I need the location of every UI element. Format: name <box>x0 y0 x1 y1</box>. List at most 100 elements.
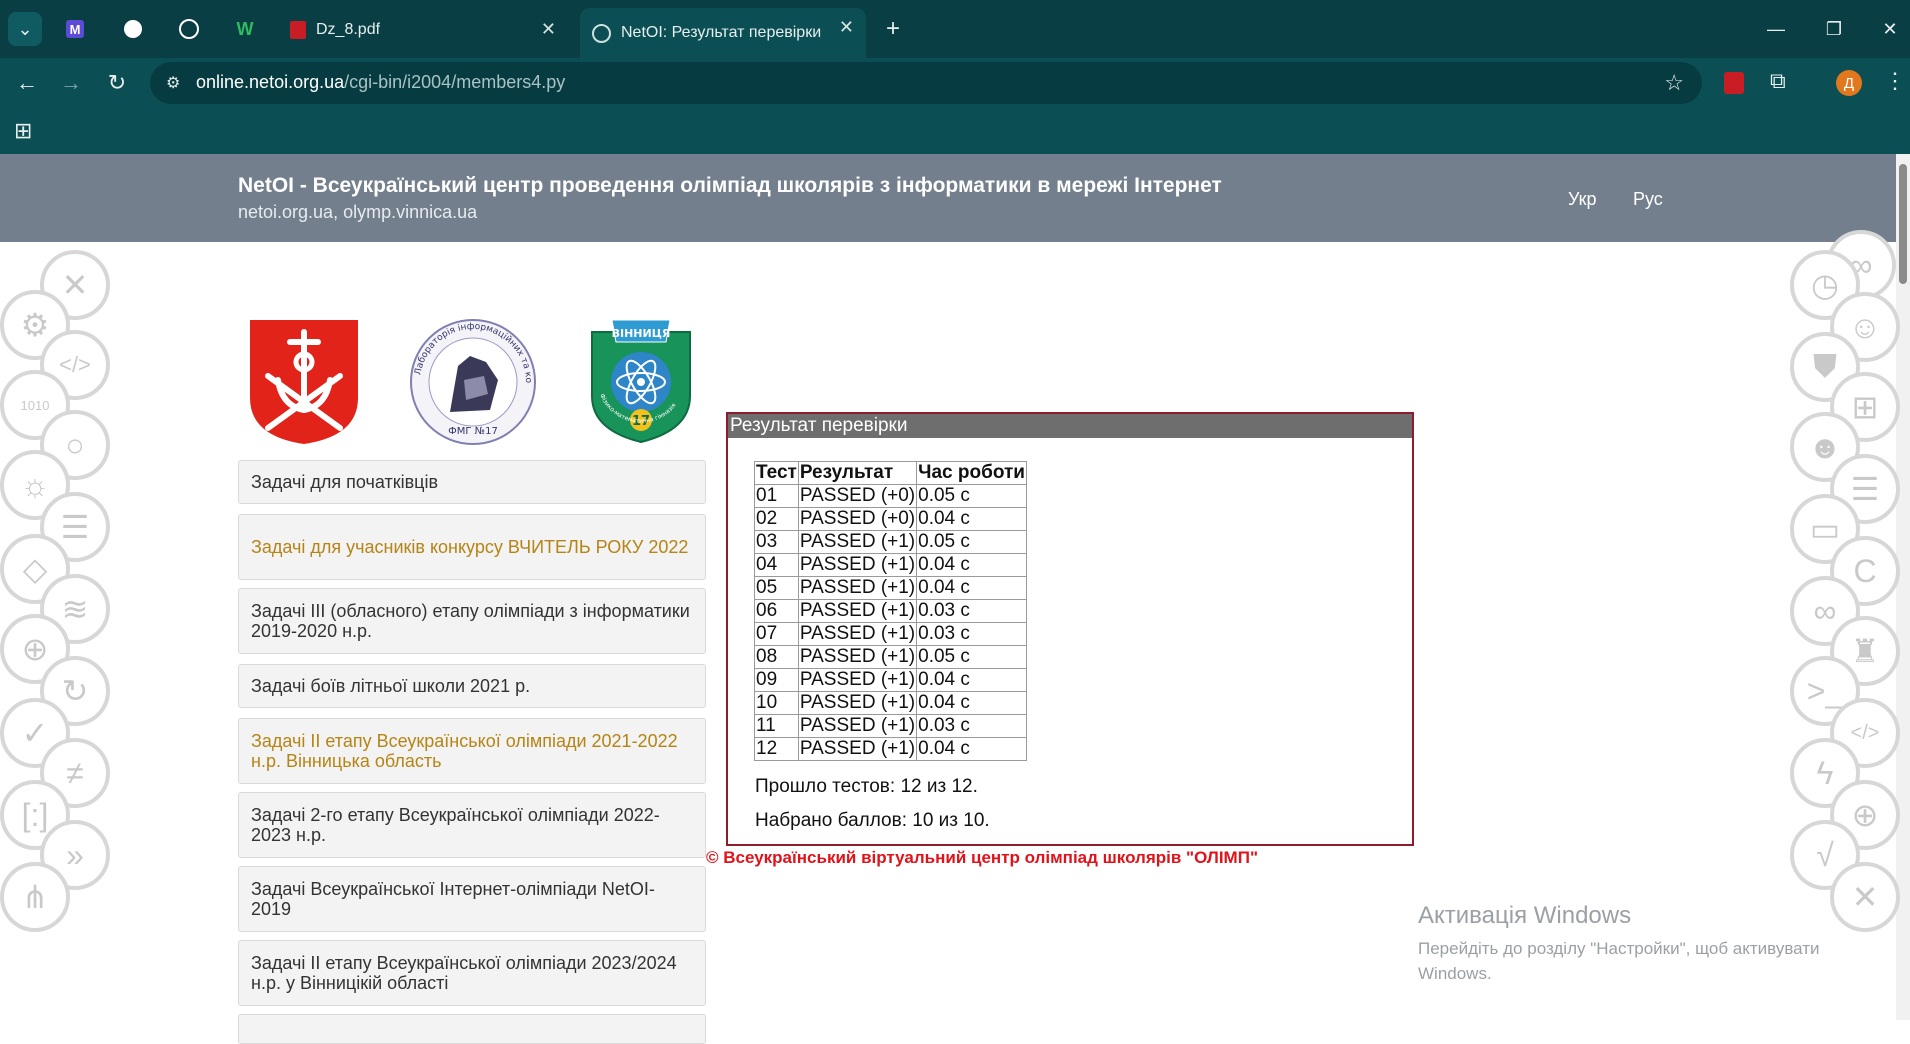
tab-search-button[interactable]: ⌄ <box>8 12 42 46</box>
tab-title: Dz_8.pdf <box>316 21 381 38</box>
table-row: 06 PASSED (+1) 0.03 с <box>754 599 1027 623</box>
pinned-tab-1[interactable]: M <box>58 12 92 46</box>
site-title: NetOI - Всеукраїнський центр проведення … <box>238 174 1222 197</box>
menu-item-second-stage-2021[interactable]: Задачі II етапу Всеукраїнської олімпіади… <box>238 718 706 784</box>
plus-icon: + <box>885 15 900 42</box>
test-time-cell: 0.03 с <box>916 622 1027 646</box>
scrollbar-thumb[interactable] <box>1899 164 1907 284</box>
menu-item-netoi-2019[interactable]: Задачі Всеукраїнської Інтернет-олімпіади… <box>238 866 706 932</box>
openai-icon <box>179 19 199 39</box>
test-number-cell: 12 <box>754 737 799 761</box>
url-text: online.netoi.org.ua/cgi-bin/i2004/member… <box>196 72 565 93</box>
close-icon[interactable]: ✕ <box>839 17 854 38</box>
test-time-cell: 0.05 с <box>916 484 1027 508</box>
test-number-cell: 05 <box>754 576 799 600</box>
menu-item-second-stage-2022[interactable]: Задачі 2-го етапу Всеукраїнської олімпіа… <box>238 792 706 858</box>
menu-item-regional-stage[interactable]: Задачі III (обласного) етапу олімпіади з… <box>238 588 706 654</box>
close-icon[interactable]: ✕ <box>541 19 556 40</box>
tab-pdf[interactable]: Dz_8.pdf ✕ <box>282 10 568 50</box>
menu-item-label: Задачі для початківців <box>251 472 439 492</box>
pinned-tab-github[interactable] <box>116 12 150 46</box>
table-row: 07 PASSED (+1) 0.03 с <box>754 622 1027 646</box>
test-result-cell: PASSED (+0) <box>797 507 918 531</box>
menu-item-next[interactable] <box>238 1014 706 1044</box>
pdf-extension-icon[interactable] <box>1724 72 1744 94</box>
school-logo-city-text: ВІННИЦЯ <box>612 327 671 340</box>
browser-chrome: ⌄ M W Dz_8.pdf ✕ NetOI: Результат переві… <box>0 0 1910 154</box>
table-row: 11 PASSED (+1) 0.03 с <box>754 714 1027 738</box>
browser-toolbar: ← → ↻ ⚙ online.netoi.org.ua/cgi-bin/i200… <box>0 58 1910 108</box>
reload-button[interactable]: ↻ <box>100 66 134 100</box>
test-time-cell: 0.04 с <box>916 737 1027 761</box>
vinnytsia-coat-of-arms-logo[interactable] <box>248 318 360 446</box>
minimize-icon: — <box>1767 19 1785 39</box>
copyright-text: © Всеукраїнський віртуальний центр олімп… <box>706 848 1259 867</box>
tab-active[interactable]: NetOI: Результат перевірки ✕ <box>580 8 866 58</box>
table-header-row: Тест Результат Час роботи <box>754 461 1027 485</box>
test-result-cell: PASSED (+0) <box>797 484 918 508</box>
forward-button[interactable]: → <box>54 66 88 100</box>
menu-item-label: Задачі боїв літньої школи 2021 р. <box>251 676 531 696</box>
arrow-left-icon: ← <box>16 70 38 95</box>
test-result-cell: PASSED (+1) <box>797 530 918 554</box>
test-number-cell: 04 <box>754 553 799 577</box>
github-icon <box>124 20 142 38</box>
test-number-cell: 08 <box>754 645 799 669</box>
new-tab-button[interactable]: + <box>876 12 910 46</box>
network-icon: ⋔ <box>0 862 70 932</box>
result-panel: Результат перевірки Тест Результат Час р… <box>726 412 1414 846</box>
w-app-icon: W <box>236 18 254 39</box>
close-window-button[interactable]: ✕ <box>1870 14 1910 44</box>
test-result-cell: PASSED (+1) <box>797 737 918 761</box>
test-result-cell: PASSED (+1) <box>797 576 918 600</box>
close-icon: ✕ <box>1882 19 1898 39</box>
lab-fmg17-logo[interactable]: Лабораторія інформаційних та комунікацій… <box>404 318 542 446</box>
test-number-cell: 06 <box>754 599 799 623</box>
extensions-icon[interactable]: ⧉ <box>1770 68 1786 94</box>
test-number-cell: 09 <box>754 668 799 692</box>
menu-item-label: Задачі Всеукраїнської Інтернет-олімпіади… <box>251 879 655 919</box>
menu-icon[interactable]: ⋮ <box>1884 68 1906 94</box>
star-icon[interactable]: ☆ <box>1664 70 1684 96</box>
result-panel-title: Результат перевірки <box>728 414 1412 438</box>
test-time-cell: 0.03 с <box>916 714 1027 738</box>
site-info-icon[interactable]: ⚙ <box>166 73 180 93</box>
site-subtitle: netoi.org.ua, olymp.vinnica.ua <box>238 202 478 222</box>
apps-grid-icon[interactable]: ⊞ <box>14 118 32 144</box>
activation-text: Перейдіть до розділу "Настройки", щоб ак… <box>1418 939 1820 983</box>
language-ukr-link[interactable]: Укр <box>1568 189 1597 210</box>
address-bar[interactable]: ⚙ online.netoi.org.ua/cgi-bin/i2004/memb… <box>150 62 1702 104</box>
url-path: /cgi-bin/i2004/members4.py <box>344 72 566 92</box>
menu-item-second-stage-2023[interactable]: Задачі II етапу Всеукраїнської олімпіади… <box>238 940 706 1006</box>
school-17-logo[interactable]: ВІННИЦЯ 17 Фізико-математична гімназія <box>588 318 694 444</box>
arrow-right-icon: → <box>60 70 82 95</box>
minimize-button[interactable]: — <box>1756 14 1796 44</box>
pinned-tab-w[interactable]: W <box>228 12 262 46</box>
test-number-cell: 01 <box>754 484 799 508</box>
back-button[interactable]: ← <box>10 66 44 100</box>
restore-button[interactable]: ❐ <box>1814 14 1854 44</box>
table-row: 10 PASSED (+1) 0.04 с <box>754 691 1027 715</box>
table-row: 08 PASSED (+1) 0.05 с <box>754 645 1027 669</box>
test-number-cell: 10 <box>754 691 799 715</box>
menu-item-beginners[interactable]: Задачі для початківців <box>238 460 706 504</box>
menu-item-teacher-of-year[interactable]: Задачі для учасників конкурсу ВЧИТЕЛЬ РО… <box>238 514 706 580</box>
test-time-cell: 0.03 с <box>916 599 1027 623</box>
pinned-tab-chatgpt[interactable] <box>172 12 206 46</box>
column-header-time: Час роботи <box>916 461 1027 485</box>
menu-item-summer-school[interactable]: Задачі боїв літньої школи 2021 р. <box>238 664 706 708</box>
test-result-cell: PASSED (+1) <box>797 668 918 692</box>
result-table-body: 01 PASSED (+0) 0.05 с 02 PASSED (+0) 0.04 с 03… <box>754 484 1027 761</box>
language-rus-link[interactable]: Рус <box>1633 189 1663 210</box>
test-time-cell: 0.04 с <box>916 507 1027 531</box>
test-time-cell: 0.04 с <box>916 576 1027 600</box>
test-result-cell: PASSED (+1) <box>797 714 918 738</box>
url-host: online.netoi.org.ua <box>196 72 345 92</box>
m-app-icon: M <box>66 20 84 38</box>
bookmarks-bar: ⊞ <box>0 108 1910 154</box>
table-row: 02 PASSED (+0) 0.04 с <box>754 507 1027 531</box>
test-number-cell: 07 <box>754 622 799 646</box>
profile-avatar[interactable]: Д <box>1836 70 1862 96</box>
test-result-cell: PASSED (+1) <box>797 691 918 715</box>
table-row: 05 PASSED (+1) 0.04 с <box>754 576 1027 600</box>
